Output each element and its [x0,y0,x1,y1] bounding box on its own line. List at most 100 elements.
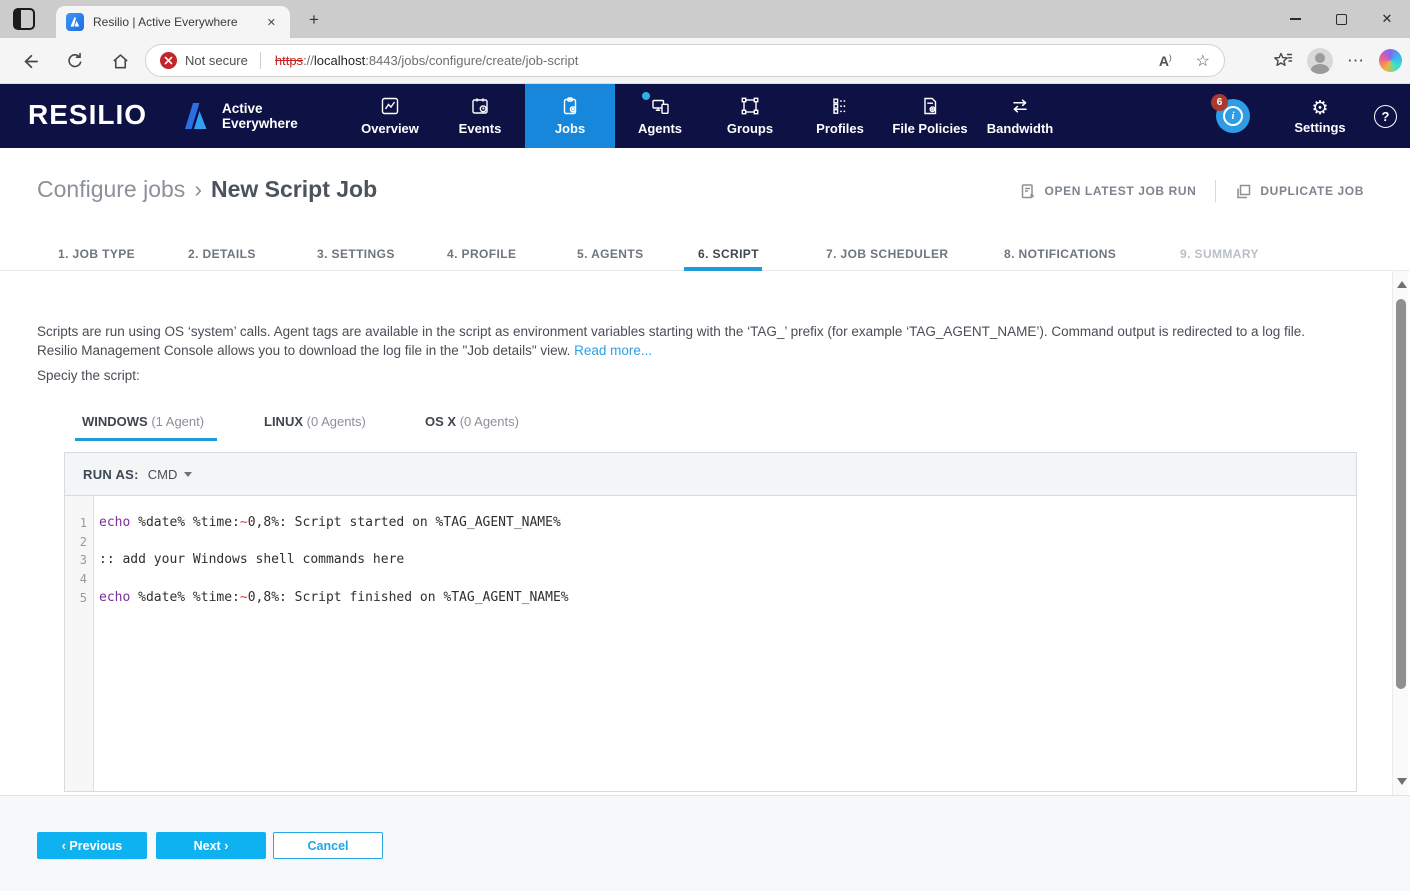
next-button[interactable]: Next › [156,832,266,859]
maximize-icon [1336,14,1347,25]
nav-item-profiles[interactable]: Profiles [795,84,885,148]
active-everywhere-wordmark: Active Everywhere [222,101,298,131]
step-summary: 9. SUMMARY [1180,247,1259,261]
nav-item-events[interactable]: Events [435,84,525,148]
run-as-label: RUN AS: [83,467,139,482]
tab-windows[interactable]: WINDOWS (1 Agent) [82,414,204,429]
nav-item-bandwidth[interactable]: Bandwidth [975,84,1065,148]
browser-menu-icon[interactable]: ⋯ [1347,51,1365,71]
back-button[interactable] [16,47,44,75]
maximize-button[interactable] [1318,0,1364,38]
editor-gutter: 1 2 3 4 5 [65,496,94,791]
address-bar-actions: A) ☆ [1159,51,1210,71]
code-line-1: echo %date% %time:~0,8%: Script started … [99,514,1356,533]
wizard-footer: ‹ Previous Next › Cancel [0,795,1410,891]
script-description: Scripts are run using OS ‘system’ calls.… [37,323,1327,360]
open-latest-job-run-button[interactable]: OPEN LATEST JOB RUN [1020,183,1197,200]
app-navbar: RESILIO Active Everywhere Overview Event… [0,84,1410,148]
tab-workspaces-icon-inner [21,10,33,28]
step-job-type[interactable]: 1. JOB TYPE [58,247,135,261]
profile-avatar[interactable] [1307,48,1333,74]
security-status-label[interactable]: Not secure [185,53,248,68]
active-everywhere-logo-icon [180,101,216,131]
wizard-steps: 1. JOB TYPE 2. DETAILS 3. SETTINGS 4. PR… [0,232,1410,271]
notification-count-badge: 6 [1211,94,1228,111]
minimize-icon [1290,18,1301,20]
toolbar-right-actions: ⋯ [1273,44,1402,77]
url-text[interactable]: https://localhost:8443/jobs/configure/cr… [275,53,1147,68]
collections-icon[interactable] [1273,51,1293,71]
url-host: localhost [314,53,365,68]
script-step-content: Scripts are run using OS ‘system’ calls.… [0,271,1410,795]
nav-item-file-policies[interactable]: File Policies [885,84,975,148]
read-more-link[interactable]: Read more... [574,343,652,358]
line-number: 5 [65,589,93,608]
reload-button[interactable] [61,47,89,75]
step-details[interactable]: 2. DETAILS [188,247,256,261]
tab-close-icon[interactable]: ✕ [263,14,280,31]
scrollbar-thumb[interactable] [1396,299,1406,689]
minimize-button[interactable] [1272,0,1318,38]
nav-item-overview[interactable]: Overview [345,84,435,148]
run-as-dropdown[interactable]: CMD [148,467,193,482]
agents-notification-dot [642,92,650,100]
url-path: :8443/jobs/configure/create/job-script [365,53,578,68]
editor-code-area[interactable]: echo %date% %time:~0,8%: Script started … [94,496,1356,791]
close-window-button[interactable]: ✕ [1364,0,1410,38]
home-button[interactable] [106,47,134,75]
os-tabs: WINDOWS (1 Agent) LINUX (0 Agents) OS X … [0,408,1410,441]
help-icon: ? [1382,109,1390,124]
url-separator: :// [303,53,314,68]
code-line-5: echo %date% %time:~0,8%: Script finished… [99,589,1356,608]
nav-item-agents[interactable]: Agents [615,84,705,148]
profiles-icon [830,96,850,116]
nav-item-settings[interactable]: ⚙ Settings [1283,84,1357,148]
scroll-down-arrow[interactable] [1397,778,1407,785]
duplicate-job-button[interactable]: DUPLICATE JOB [1235,183,1364,200]
previous-button[interactable]: ‹ Previous [37,832,147,859]
code-line-2 [99,533,1356,552]
read-aloud-icon[interactable]: A) [1159,53,1172,69]
breadcrumb-parent[interactable]: Configure jobs [37,176,185,202]
line-number: 2 [65,533,93,552]
breadcrumb: Configure jobs›New Script Job [37,176,377,203]
tab-title: Resilio | Active Everywhere [93,15,263,29]
gear-icon: ⚙ [1311,98,1328,118]
copilot-icon[interactable] [1379,49,1402,72]
groups-icon [740,96,760,116]
tab-osx[interactable]: OS X (0 Agents) [425,414,519,429]
cancel-button[interactable]: Cancel [273,832,383,859]
help-button[interactable]: ? [1374,105,1397,128]
header-actions-divider [1215,180,1216,202]
nav-item-jobs[interactable]: Jobs [525,84,615,148]
not-secure-icon [160,52,177,69]
step-agents[interactable]: 5. AGENTS [577,247,644,261]
nav-item-groups[interactable]: Groups [705,84,795,148]
line-number: 1 [65,514,93,533]
run-as-bar: RUN AS: CMD [64,452,1357,496]
header-actions: OPEN LATEST JOB RUN DUPLICATE JOB [1020,180,1364,202]
step-job-scheduler[interactable]: 7. JOB SCHEDULER [826,247,948,261]
file-policies-icon [920,96,940,116]
scroll-up-arrow[interactable] [1397,281,1407,288]
notifications-button[interactable]: 6 i [1216,99,1250,133]
tab-linux[interactable]: LINUX (0 Agents) [264,414,366,429]
step-profile[interactable]: 4. PROFILE [447,247,516,261]
step-notifications[interactable]: 8. NOTIFICATIONS [1004,247,1116,261]
browser-toolbar: Not secure https://localhost:8443/jobs/c… [0,38,1410,84]
tab-workspaces-icon[interactable] [13,8,35,30]
open-job-run-icon [1020,183,1037,200]
browser-tab[interactable]: Resilio | Active Everywhere ✕ [56,6,290,38]
step-settings[interactable]: 3. SETTINGS [317,247,395,261]
favorite-star-icon[interactable]: ☆ [1196,51,1210,71]
script-code-editor[interactable]: 1 2 3 4 5 echo %date% %time:~0,8%: Scrip… [64,496,1357,792]
nav-items: Overview Events Jobs Agents Groups [345,84,1065,148]
vertical-scrollbar[interactable] [1392,271,1408,795]
address-bar[interactable]: Not secure https://localhost:8443/jobs/c… [145,44,1225,77]
line-number: 4 [65,570,93,589]
bandwidth-icon [1010,96,1030,116]
step-script[interactable]: 6. SCRIPT [698,247,759,261]
resilio-favicon [66,13,84,31]
duplicate-icon [1235,183,1252,200]
new-tab-button[interactable]: + [302,8,326,32]
